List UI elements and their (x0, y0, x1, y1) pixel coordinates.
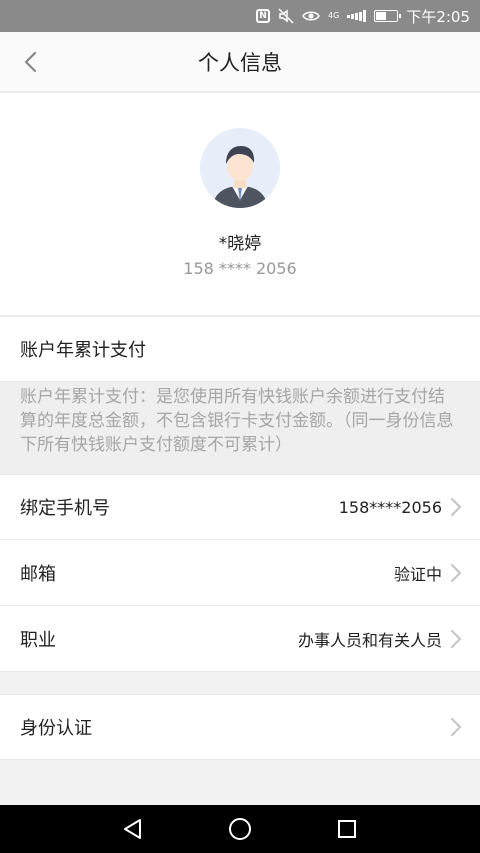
square-recents-icon (337, 820, 356, 838)
chevron-right-icon (450, 629, 462, 649)
annual-payment-row[interactable]: 账户年累计支付 (0, 316, 480, 382)
identity-verification-row[interactable]: 身份认证 (0, 694, 480, 760)
app-header: 个人信息 (0, 32, 480, 92)
status-time: 下午2:05 (406, 7, 470, 26)
triangle-back-icon (124, 819, 142, 839)
network-type: 4G (328, 11, 340, 20)
nfc-icon: N (256, 9, 271, 23)
email-label: 邮箱 (20, 563, 56, 585)
user-name: *晓婷 (218, 234, 262, 254)
back-button[interactable] (12, 44, 48, 80)
circle-home-icon (228, 818, 251, 840)
bind-phone-label: 绑定手机号 (20, 498, 110, 519)
page-title: 个人信息 (198, 50, 282, 75)
battery-icon (374, 10, 402, 22)
chevron-right-icon (450, 563, 462, 583)
user-phone: 158 **** 2056 (183, 259, 297, 278)
nav-home-button[interactable] (220, 809, 260, 849)
signal-icon (347, 10, 367, 22)
person-avatar-icon (200, 128, 280, 208)
email-status: 验证中 (393, 564, 442, 584)
eye-icon (302, 9, 320, 23)
profile-card: *晓婷 158 **** 2056 (0, 93, 480, 315)
status-bar: N 4G 下午2:05 (0, 0, 480, 32)
occupation-row[interactable]: 职业 办事人员和有关人员 (0, 606, 480, 672)
identity-verification-label: 身份认证 (20, 718, 92, 739)
occupation-value: 办事人员和有关人员 (297, 630, 442, 650)
system-nav-bar (0, 805, 480, 853)
nav-back-button[interactable] (113, 809, 153, 849)
bind-phone-value: 158****2056 (338, 497, 442, 517)
annual-payment-label: 账户年累计支付 (20, 340, 146, 361)
annual-payment-note: 账户年累计支付：是您使用所有快钱账户余额进行支付结算的年度总金额，不包含银行卡支… (0, 382, 480, 474)
chevron-left-icon (24, 51, 37, 73)
email-row[interactable]: 邮箱 验证中 (0, 540, 480, 606)
mute-icon (278, 8, 294, 24)
avatar[interactable] (200, 128, 280, 208)
nav-recents-button[interactable] (327, 809, 367, 849)
occupation-label: 职业 (20, 629, 56, 651)
chevron-right-icon (450, 497, 462, 517)
chevron-right-icon (450, 717, 462, 737)
bind-phone-row[interactable]: 绑定手机号 158****2056 (0, 474, 480, 540)
